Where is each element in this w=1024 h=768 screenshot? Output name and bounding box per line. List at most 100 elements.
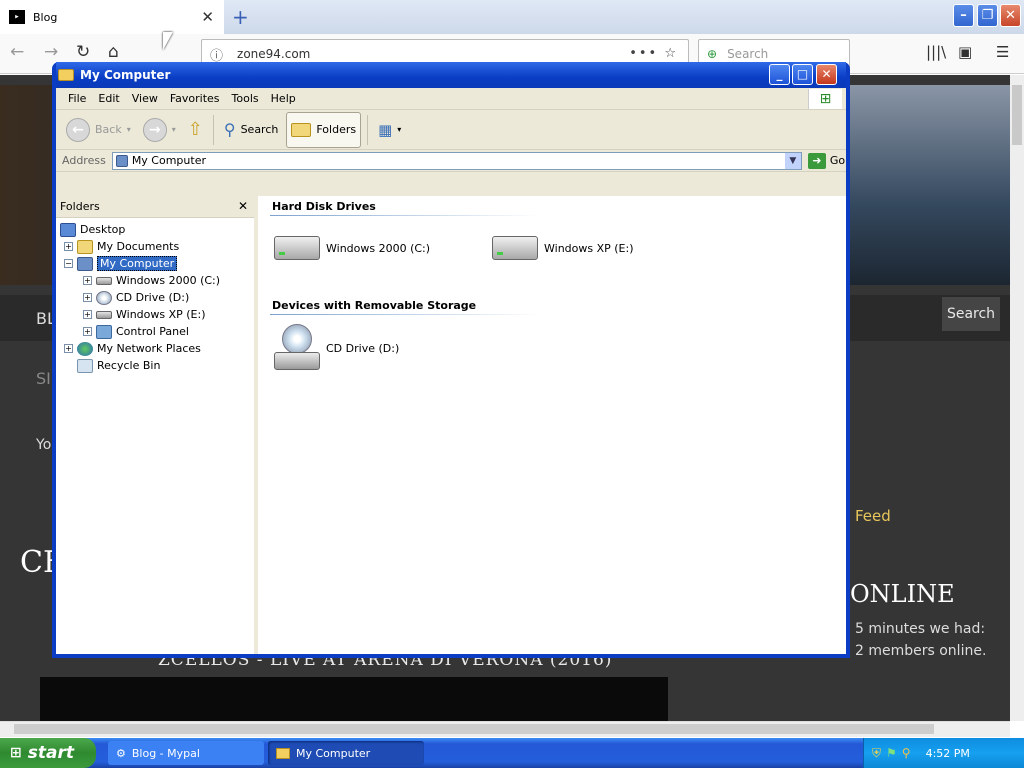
chevron-down-icon[interactable]: ▼ [784, 152, 801, 169]
new-tab-icon[interactable]: + [232, 5, 249, 29]
hamburger-icon[interactable]: ☰ [996, 43, 1009, 61]
feed-link[interactable]: Feed [855, 507, 891, 525]
standard-toolbar: ← Back ▾ → ▾ ⇧ ⚲ Search Folders ▦ ▾ [56, 110, 846, 150]
tree-item-windows-2000-c[interactable]: + Windows 2000 (C:) [83, 272, 220, 289]
star-icon[interactable]: ☆ [664, 46, 678, 61]
expand-icon[interactable]: + [83, 310, 92, 319]
expand-icon[interactable]: + [83, 276, 92, 285]
up-folder-icon: ⇧ [187, 119, 203, 140]
menu-tools[interactable]: Tools [226, 92, 265, 105]
forward-button[interactable]: → ▾ [139, 116, 180, 144]
expand-icon[interactable]: + [83, 293, 92, 302]
taskbar-item-blog[interactable]: ⚙ Blog - Mypal [108, 741, 264, 765]
page-vertical-scrollbar[interactable] [1010, 75, 1024, 721]
search-button[interactable]: ⚲ Search [220, 118, 283, 141]
drive-item-cd-drive-d[interactable]: CD Drive (D:) [274, 324, 399, 372]
go-arrow-icon: ➜ [807, 152, 826, 169]
browser-tab-bar: ▸ Blog ✕ + – ❐ ✕ [0, 0, 1024, 34]
expand-icon[interactable]: + [83, 327, 92, 336]
more-icon[interactable]: ••• [629, 46, 658, 61]
home-icon[interactable]: ⌂ [108, 42, 119, 62]
online-heading: ONLINE [850, 580, 955, 608]
sidebar-icon[interactable]: ▣ [958, 43, 972, 61]
back-button[interactable]: ← Back ▾ [62, 116, 135, 144]
tree-item-control-panel[interactable]: + Control Panel [83, 323, 189, 340]
chevron-down-icon[interactable]: ▾ [127, 125, 131, 134]
site-info-icon[interactable]: ⓘ [210, 45, 223, 64]
windows-flag-icon: ⊞ [10, 745, 22, 761]
my-computer-icon [77, 256, 93, 271]
folder-icon [276, 747, 290, 759]
horizontal-scroll-thumb[interactable] [14, 724, 934, 734]
city-image [850, 85, 1010, 285]
tree-item-label: Desktop [80, 223, 126, 236]
group-header-hard-disk-drives: Hard Disk Drives [272, 200, 376, 213]
taskbar-item-my-computer[interactable]: My Computer [268, 741, 424, 765]
folders-button[interactable]: Folders [286, 111, 362, 148]
search-icon[interactable]: ⚲ [902, 746, 911, 760]
go-button[interactable]: ➜ Go [807, 152, 845, 169]
views-button[interactable]: ▦ ▾ [374, 119, 405, 141]
address-bar: Address My Computer ▼ ➜ Go [56, 150, 846, 172]
menu-favorites[interactable]: Favorites [164, 92, 226, 105]
close-icon[interactable]: ✕ [238, 199, 248, 213]
back-arrow-icon[interactable]: ← [10, 42, 24, 62]
minimize-button[interactable]: _ [769, 64, 790, 85]
expand-icon[interactable]: + [64, 344, 73, 353]
vertical-scroll-thumb[interactable] [1012, 85, 1022, 145]
folder-icon [58, 69, 74, 81]
shield-icon[interactable]: ⛨ [872, 746, 881, 761]
desktop-icon [60, 222, 76, 237]
cd-drive-icon [274, 324, 320, 372]
window-title-bar[interactable]: My Computer _ □ ✕ [56, 62, 846, 88]
tree-item-label: Windows 2000 (C:) [116, 274, 221, 287]
maximize-button[interactable]: □ [792, 64, 813, 85]
menu-help[interactable]: Help [265, 92, 302, 105]
expand-icon[interactable]: + [64, 242, 73, 251]
tree-item-label: My Network Places [97, 342, 201, 355]
tree-item-recycle-bin[interactable]: Recycle Bin [77, 357, 160, 374]
library-icon[interactable]: |||\ [926, 43, 946, 61]
tree-item-label: My Computer [97, 256, 178, 271]
hard-drive-icon [492, 236, 538, 260]
tree-item-my-computer[interactable]: − My Computer [64, 255, 178, 272]
start-button[interactable]: ⊞ start [0, 738, 96, 768]
tree-item-my-documents[interactable]: + My Documents [64, 238, 179, 255]
hard-drive-icon [274, 236, 320, 260]
back-label: Back [95, 123, 122, 136]
tree-item-label: Recycle Bin [97, 359, 161, 372]
url-text: zone94.com [237, 47, 311, 61]
address-field[interactable]: My Computer ▼ [111, 151, 802, 170]
up-folder-button[interactable]: ⇧ [184, 117, 207, 142]
back-arrow-icon: ← [66, 117, 90, 142]
tree-item-my-network-places[interactable]: + My Network Places [64, 340, 201, 357]
folders-pane-header: Folders ✕ [56, 196, 254, 218]
menu-edit[interactable]: Edit [92, 92, 125, 105]
address-label: Address [62, 154, 106, 167]
page-search-button[interactable]: Search [942, 297, 1000, 331]
tree-item-label: Control Panel [116, 325, 189, 338]
video-thumbnail[interactable] [40, 677, 668, 721]
browser-restore-button[interactable]: ❐ [977, 4, 998, 27]
forward-arrow-icon[interactable]: → [44, 42, 58, 62]
collapse-icon[interactable]: − [64, 259, 73, 268]
tab-close-icon[interactable]: ✕ [201, 8, 214, 26]
menu-file[interactable]: File [62, 92, 92, 105]
close-button[interactable]: ✕ [816, 64, 837, 85]
network-icon[interactable]: ⚑ [886, 746, 897, 760]
reload-icon[interactable]: ↻ [76, 42, 90, 62]
control-panel-icon [96, 324, 112, 339]
drive-item-windows-2000-c[interactable]: Windows 2000 (C:) [274, 236, 430, 260]
browser-tab-blog[interactable]: ▸ Blog ✕ [0, 0, 224, 34]
tree-item-windows-xp-e[interactable]: + Windows XP (E:) [83, 306, 206, 323]
tree-item-cd-drive-d[interactable]: + CD Drive (D:) [83, 289, 189, 306]
chevron-down-icon[interactable]: ▾ [172, 125, 176, 134]
group-header-removable-storage: Devices with Removable Storage [272, 299, 477, 312]
chevron-down-icon: ▾ [397, 125, 402, 134]
drive-item-windows-xp-e[interactable]: Windows XP (E:) [492, 236, 634, 260]
menu-view[interactable]: View [126, 92, 164, 105]
browser-close-button[interactable]: ✕ [1000, 4, 1021, 27]
tree-item-desktop[interactable]: Desktop [60, 221, 125, 238]
browser-minimize-button[interactable]: – [953, 4, 974, 27]
drive-item-label: Windows XP (E:) [544, 241, 634, 255]
